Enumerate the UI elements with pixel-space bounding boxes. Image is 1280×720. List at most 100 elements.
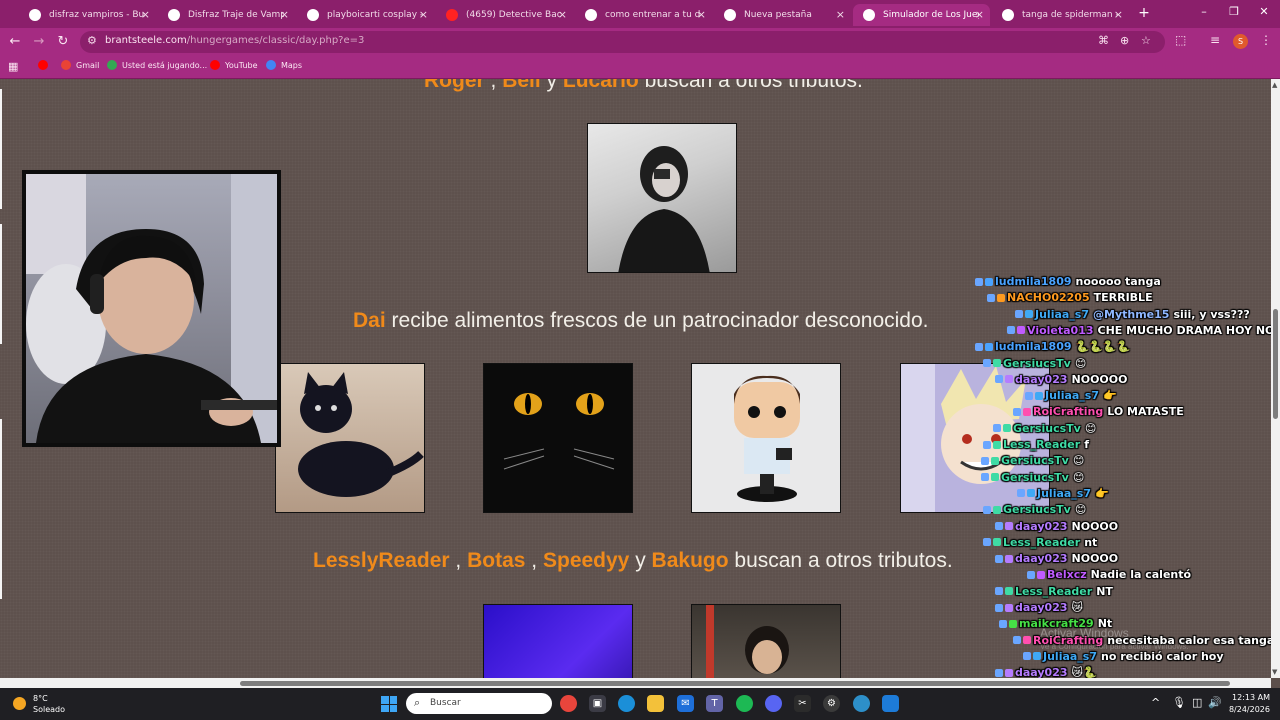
system-clock[interactable]: 12:13 AM 8/24/2026	[1226, 692, 1270, 716]
microphone-icon[interactable]: 🎙	[1172, 696, 1186, 709]
tab-close-icon[interactable]: ×	[280, 8, 289, 21]
chat-badge-icon	[993, 538, 1001, 547]
browser-tab[interactable]: tanga de spiderman - Bus×	[992, 4, 1129, 26]
tab-close-icon[interactable]: ×	[558, 8, 567, 21]
chat-username[interactable]: Less_Reader	[1003, 438, 1080, 451]
chat-username[interactable]: Belxcz	[1047, 568, 1087, 581]
chat-username[interactable]: RoiCrafting	[1033, 405, 1103, 418]
windows-start-icon[interactable]	[381, 696, 397, 712]
taskbar-search[interactable]: ⌕ Buscar	[406, 693, 552, 714]
bookmark-item[interactable]: Usted está jugando...	[107, 60, 207, 70]
discord-icon[interactable]	[765, 695, 782, 712]
tab-close-icon[interactable]: ×	[975, 8, 984, 21]
windows-activation-hint: Ve a Configuración para activar Windows.	[1040, 642, 1189, 651]
browser-tab[interactable]: Disfraz Traje de Vampiro×	[158, 4, 295, 26]
chrome-icon[interactable]	[560, 695, 577, 712]
tray-chevron-icon[interactable]: ^	[1151, 696, 1160, 709]
scroll-up-icon[interactable]: ▲	[1272, 81, 1277, 89]
chat-username[interactable]: GersiucsTv	[1003, 503, 1071, 516]
chat-username[interactable]: Juliaa_s7	[1037, 487, 1091, 500]
chat-username[interactable]: daay023	[1015, 373, 1068, 386]
chat-username[interactable]: daay023	[1015, 666, 1068, 678]
mail-icon[interactable]: ✉	[677, 695, 694, 712]
new-tab-button[interactable]: +	[1135, 4, 1153, 22]
bookmark-item[interactable]: Maps	[266, 60, 302, 70]
app-icon[interactable]	[853, 695, 870, 712]
media-control-icon[interactable]: ≡	[1210, 33, 1220, 47]
chat-username[interactable]: ludmila1809	[995, 340, 1072, 353]
network-icon[interactable]: ◫	[1192, 696, 1202, 709]
browser-tab[interactable]: como entrenar a tu dragon×	[575, 4, 712, 26]
apps-grid-icon[interactable]: ▦	[8, 60, 18, 73]
zoom-icon[interactable]: ⊕	[1120, 34, 1129, 47]
capcut-icon[interactable]: ✂	[794, 695, 811, 712]
chat-username[interactable]: daay023	[1015, 601, 1068, 614]
vertical-scroll-thumb[interactable]	[1273, 309, 1278, 419]
tab-close-icon[interactable]: ×	[1114, 8, 1123, 21]
extensions-icon[interactable]: ⬚	[1175, 33, 1186, 47]
chat-badge-icon	[999, 619, 1007, 628]
chat-text: 👉	[1095, 486, 1109, 500]
forward-icon[interactable]: →	[31, 34, 47, 50]
chat-username[interactable]: GersiucsTv	[1001, 454, 1069, 467]
chat-username[interactable]: daay023	[1015, 520, 1068, 533]
chat-message: Juliaa_s7 👉	[1017, 487, 1109, 500]
address-bar[interactable]: ⚙ brantsteele.com/hungergames/classic/da…	[80, 31, 1165, 53]
chat-message: daay023 😿	[995, 601, 1083, 614]
tab-close-icon[interactable]: ×	[419, 8, 428, 21]
chat-username[interactable]: GersiucsTv	[1013, 422, 1081, 435]
teams-icon[interactable]: T	[706, 695, 723, 712]
chat-username[interactable]: daay023	[1015, 552, 1068, 565]
file-explorer-icon[interactable]	[647, 695, 664, 712]
spotify-icon[interactable]	[736, 695, 753, 712]
reload-icon[interactable]: ↻	[55, 34, 71, 50]
menu-icon[interactable]: ⋮	[1260, 33, 1272, 47]
browser-tab[interactable]: Nueva pestaña ×	[714, 4, 851, 26]
translate-icon[interactable]: ⌘	[1098, 34, 1109, 47]
chat-username[interactable]: NACHO02205	[1007, 291, 1090, 304]
profile-avatar[interactable]: S	[1233, 34, 1248, 49]
windows-activation-watermark: Activar Windows	[1040, 626, 1129, 640]
horizontal-scroll-thumb[interactable]	[240, 681, 1230, 686]
browser-tab[interactable]: disfraz vampiros - Buscar×	[19, 4, 156, 26]
weather-widget[interactable]: 8°C Soleado	[33, 693, 65, 715]
tab-close-icon[interactable]: ×	[141, 8, 150, 21]
bookmark-star-icon[interactable]: ☆	[1141, 34, 1151, 47]
bookmark-youtube-icon[interactable]	[38, 60, 53, 70]
chat-username[interactable]: Less_Reader	[1003, 536, 1080, 549]
weather-sun-icon[interactable]	[13, 697, 26, 710]
chat-username[interactable]: Violeta013	[1027, 324, 1094, 337]
chat-username[interactable]: ludmila1809	[995, 275, 1072, 288]
chat-badge-icon	[995, 522, 1003, 530]
volume-icon[interactable]: 🔊	[1208, 696, 1222, 709]
site-info-icon[interactable]: ⚙	[87, 34, 97, 47]
page-left-edge	[0, 224, 5, 344]
tribute-name: LesslyReader	[313, 549, 450, 572]
browser-tab[interactable]: Simulador de Los Juegos×	[853, 4, 990, 26]
steam-icon[interactable]: ⚙	[823, 695, 840, 712]
restore-icon[interactable]: ❐	[1224, 5, 1244, 18]
minimize-icon[interactable]: –	[1194, 5, 1214, 18]
chat-username[interactable]: GersiucsTv	[1003, 357, 1071, 370]
bookmark-item[interactable]: Gmail	[61, 60, 99, 70]
app-blue-icon[interactable]	[882, 695, 899, 712]
bookmark-favicon-icon	[266, 60, 276, 70]
horizontal-scrollbar[interactable]	[0, 678, 1271, 688]
browser-tab[interactable]: playboicarti cosplay - Bus×	[297, 4, 434, 26]
chat-username[interactable]: Juliaa_s7	[1045, 389, 1099, 402]
tab-close-icon[interactable]: ×	[697, 8, 706, 21]
task-view-icon[interactable]: ▣	[589, 695, 606, 712]
chat-username[interactable]: GersiucsTv	[1001, 471, 1069, 484]
chat-username[interactable]: Juliaa_s7	[1035, 308, 1089, 321]
browser-tab[interactable]: (4659) Detective Back ×	[436, 4, 573, 26]
scroll-down-icon[interactable]: ▼	[1272, 668, 1277, 676]
bookmark-item[interactable]: YouTube	[210, 60, 258, 70]
vertical-scrollbar[interactable]: ▲ ▼	[1271, 79, 1280, 678]
back-icon[interactable]: ←	[7, 34, 23, 50]
close-window-icon[interactable]: ✕	[1254, 5, 1274, 18]
edge-icon[interactable]	[618, 695, 635, 712]
tab-favicon-icon	[446, 9, 458, 21]
tab-close-icon[interactable]: ×	[836, 8, 845, 21]
chat-username[interactable]: Less_Reader	[1015, 585, 1092, 598]
chat-username[interactable]: Juliaa_s7	[1043, 650, 1097, 663]
